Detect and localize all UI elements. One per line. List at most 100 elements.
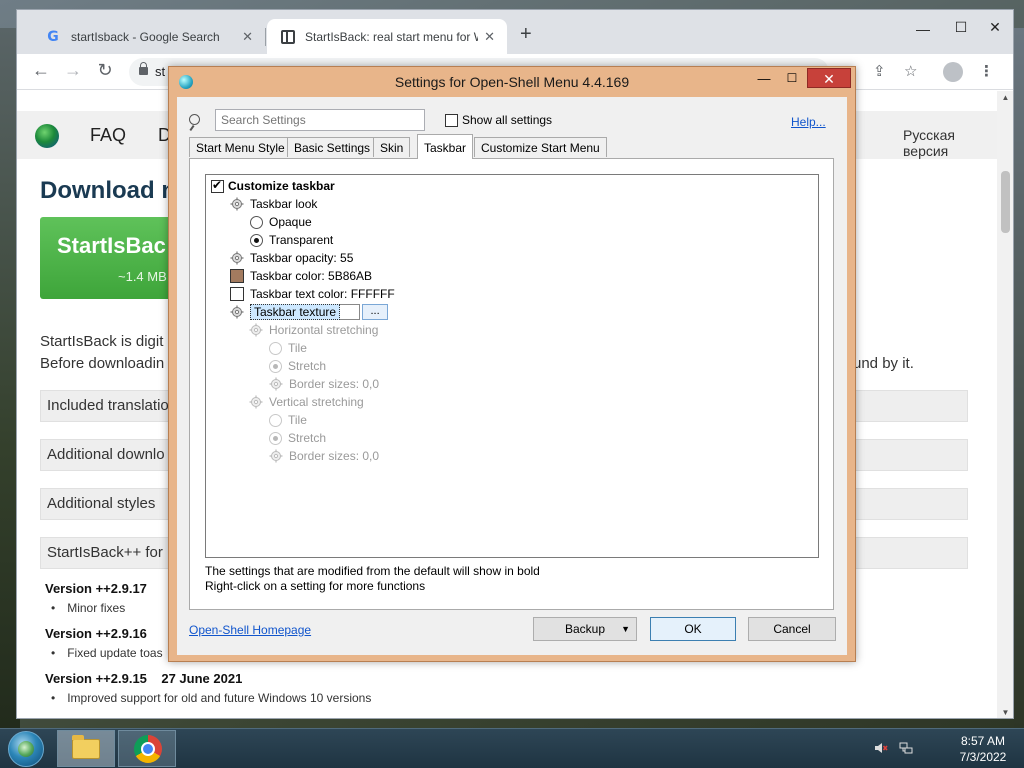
tree-item-h-tile[interactable]: Tile: [269, 340, 307, 356]
backup-button-label: Backup: [564, 622, 606, 636]
tab-start-menu-style[interactable]: Start Menu Style: [189, 137, 292, 157]
checkbox-box[interactable]: [445, 113, 458, 127]
speaker-muted-icon[interactable]: [874, 741, 888, 755]
gear-icon: [230, 251, 244, 265]
tree-item-taskbar-look[interactable]: Taskbar look: [230, 196, 317, 212]
tree-item-h-border-sizes[interactable]: Border sizes: 0,0: [269, 376, 379, 392]
tree-label: Taskbar opacity: 55: [250, 251, 354, 265]
tab-taskbar[interactable]: Taskbar: [417, 134, 474, 159]
v-stretch-radio[interactable]: [269, 431, 282, 445]
bookmark-star-icon[interactable]: ☆: [904, 62, 917, 80]
maximize-button[interactable]: ☐: [943, 14, 979, 40]
tree-label: Taskbar text color: FFFFFF: [250, 287, 395, 301]
version-heading: Version ++2.9.16: [45, 626, 147, 641]
back-icon[interactable]: ←: [29, 60, 53, 81]
close-tab-icon[interactable]: ✕: [242, 29, 253, 45]
tab-skin[interactable]: Skin: [373, 137, 411, 157]
tree-label: Taskbar color: 5B86AB: [250, 269, 373, 283]
profile-avatar[interactable]: [943, 62, 963, 82]
tree-item-taskbar-texture[interactable]: Taskbar texture ...: [230, 304, 389, 320]
tab-separator: [265, 28, 266, 46]
tree-label: Stretch: [288, 431, 327, 445]
start-button[interactable]: [8, 731, 44, 767]
gear-icon: [230, 197, 244, 211]
search-settings-input[interactable]: [215, 109, 425, 131]
intro-paragraph-2: Before downloadin: [40, 355, 165, 372]
h-stretch-radio[interactable]: [269, 359, 282, 373]
tree-label-selected: Taskbar texture: [250, 304, 341, 320]
tree-label: Tile: [288, 341, 307, 355]
gear-icon: [249, 323, 263, 337]
browse-texture-button[interactable]: ...: [362, 304, 389, 320]
tree-item-taskbar-text-color[interactable]: Taskbar text color: FFFFFF: [230, 286, 395, 302]
tree-label: Border sizes: 0,0: [289, 377, 380, 391]
tab-basic-settings[interactable]: Basic Settings: [287, 137, 378, 157]
system-clock[interactable]: 8:57 AM 7/3/2022: [948, 733, 1018, 765]
tree-item-horizontal-stretching[interactable]: Horizontal stretching: [249, 322, 378, 338]
taskbar-chrome[interactable]: [118, 730, 176, 767]
gear-icon: [230, 305, 244, 319]
text-color-swatch[interactable]: [230, 287, 244, 301]
tree-item-customize-taskbar[interactable]: Customize taskbar: [211, 178, 335, 194]
close-window-button[interactable]: ✕: [977, 14, 1013, 40]
tree-item-vertical-stretching[interactable]: Vertical stretching: [249, 394, 364, 410]
texture-path-input[interactable]: [340, 304, 361, 320]
tree-item-taskbar-color[interactable]: Taskbar color: 5B86AB: [230, 268, 372, 284]
scroll-down-icon[interactable]: ▼: [997, 706, 1013, 718]
help-link[interactable]: Help...: [791, 115, 826, 129]
version-note: Fixed update toas: [51, 646, 162, 660]
show-all-settings-checkbox[interactable]: Show all settings: [445, 113, 552, 127]
tree-label: Transparent: [269, 233, 334, 247]
dialog-minimize-button[interactable]: —: [751, 71, 777, 91]
language-link[interactable]: Русская версия: [903, 127, 997, 159]
tab-google-search[interactable]: G startIsback - Google Search ✕: [31, 19, 265, 54]
tree-item-taskbar-opacity[interactable]: Taskbar opacity: 55: [230, 250, 353, 266]
share-icon[interactable]: ⇪: [873, 62, 886, 80]
tree-label: Border sizes: 0,0: [289, 449, 380, 463]
site-logo-icon[interactable]: [35, 124, 59, 148]
tab-startisback[interactable]: StartIsBack: real start menu for W ✕: [267, 19, 507, 54]
transparent-radio[interactable]: [250, 233, 263, 247]
settings-tree[interactable]: Customize taskbar Taskbar look Opaque Tr…: [205, 174, 819, 558]
scroll-up-icon[interactable]: ▲: [997, 91, 1013, 105]
open-shell-homepage-link[interactable]: Open-Shell Homepage: [189, 623, 311, 637]
tree-item-v-tile[interactable]: Tile: [269, 412, 307, 428]
nav-faq-link[interactable]: FAQ: [90, 125, 126, 146]
page-heading: Download n: [40, 177, 176, 204]
taskbar-tab-panel: Customize taskbar Taskbar look Opaque Tr…: [189, 158, 834, 610]
tab-customize-start-menu[interactable]: Customize Start Menu: [474, 137, 607, 157]
version-heading: Version ++2.9.15 27 June 2021: [45, 671, 243, 686]
dialog-close-button[interactable]: ✕: [807, 68, 851, 88]
tree-item-transparent[interactable]: Transparent: [250, 232, 333, 248]
tree-item-h-stretch[interactable]: Stretch: [269, 358, 326, 374]
tree-label: Customize taskbar: [228, 179, 335, 193]
menu-dots-icon[interactable]: ⋮: [979, 62, 994, 80]
backup-button[interactable]: Backup ▼: [533, 617, 637, 641]
dialog-titlebar[interactable]: Settings for Open-Shell Menu 4.4.169 — ☐…: [169, 67, 855, 97]
tree-item-opaque[interactable]: Opaque: [250, 214, 312, 230]
download-size: ~1.4 MB: [118, 269, 167, 284]
scrollbar-thumb[interactable]: [1001, 171, 1010, 233]
customize-taskbar-checkbox[interactable]: [211, 178, 224, 193]
close-tab-icon[interactable]: ✕: [484, 29, 495, 45]
forward-icon[interactable]: →: [61, 60, 85, 81]
ok-button[interactable]: OK: [650, 617, 736, 641]
dialog-maximize-button[interactable]: ☐: [779, 71, 805, 91]
h-tile-radio[interactable]: [269, 341, 282, 355]
tree-item-v-border-sizes[interactable]: Border sizes: 0,0: [269, 448, 379, 464]
opaque-radio[interactable]: [250, 215, 263, 229]
cancel-button[interactable]: Cancel: [748, 617, 836, 641]
reload-icon[interactable]: ↻: [93, 60, 117, 81]
download-button[interactable]: StartIsBac ~1.4 MB: [40, 217, 180, 299]
network-icon[interactable]: [899, 741, 913, 755]
clock-date: 7/3/2022: [959, 750, 1007, 764]
page-scrollbar[interactable]: ▲ ▼: [997, 91, 1013, 718]
color-swatch[interactable]: [230, 269, 244, 283]
minimize-button[interactable]: —: [905, 16, 941, 42]
tab-title: StartIsBack: real start menu for W: [305, 29, 479, 44]
v-tile-radio[interactable]: [269, 413, 282, 427]
tree-item-v-stretch[interactable]: Stretch: [269, 430, 326, 446]
new-tab-button[interactable]: +: [520, 23, 532, 46]
taskbar-file-explorer[interactable]: [57, 730, 115, 767]
tree-label: Opaque: [269, 215, 312, 229]
